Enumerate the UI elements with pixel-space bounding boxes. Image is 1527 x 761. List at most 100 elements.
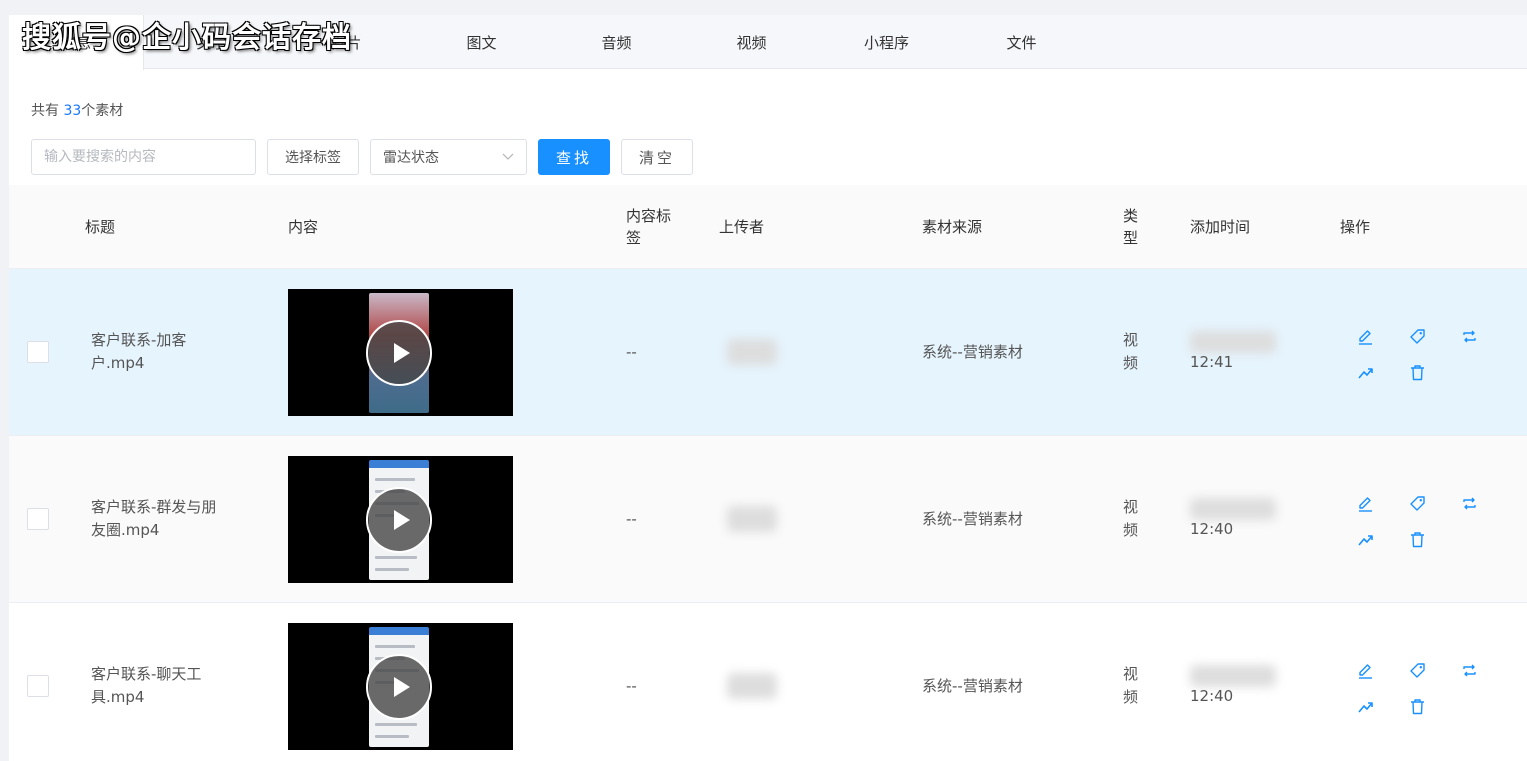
table-header: 标题 内容 内容标签 上传者 素材来源 类型 添加时间 操作 — [9, 185, 1527, 269]
row-content-tag: -- — [626, 342, 637, 361]
video-thumbnail-cell — [288, 436, 513, 602]
clear-button[interactable]: 清空 — [621, 139, 693, 175]
col-actions: 操作 — [1340, 218, 1371, 236]
row-checkbox[interactable] — [27, 341, 49, 363]
count-prefix: 共有 — [31, 103, 59, 119]
table-row[interactable]: 客户联系-群发与朋友圈.mp4 -- 系统--营销素材 视频 12:40 — [9, 436, 1527, 603]
row-type: 视频 — [1123, 331, 1139, 372]
row-type: 视频 — [1123, 498, 1139, 539]
tag-icon — [1409, 328, 1425, 344]
play-button[interactable] — [366, 319, 432, 386]
tag-button[interactable] — [1406, 492, 1428, 514]
tag-button[interactable] — [1406, 659, 1428, 681]
play-button[interactable] — [366, 653, 432, 720]
row-time: 12:40 — [1190, 687, 1234, 705]
col-content-tag: 内容标签 — [626, 207, 672, 247]
video-thumbnail[interactable] — [288, 622, 513, 750]
count-number: 33 — [63, 103, 82, 119]
col-source: 素材来源 — [922, 218, 983, 236]
tag-button[interactable] — [1406, 325, 1428, 347]
radar-stats-button[interactable] — [1354, 695, 1376, 717]
tab-6[interactable]: 小程序 — [819, 15, 954, 69]
row-type: 视频 — [1123, 665, 1139, 706]
swap-icon — [1462, 497, 1476, 509]
trend-icon — [1357, 534, 1373, 546]
tab-7[interactable]: 文件 — [954, 15, 1089, 69]
search-input[interactable] — [31, 139, 256, 175]
swap-icon — [1462, 330, 1476, 342]
tag-icon — [1409, 495, 1425, 511]
watermark: 搜狐号@企小码会话存档 — [22, 20, 353, 54]
radar-status-value: 雷达状态 — [383, 150, 439, 166]
filter-bar: 选择标签 雷达状态 查找 清空 — [31, 139, 693, 175]
col-title: 标题 — [85, 218, 116, 236]
select-tag-button[interactable]: 选择标签 — [267, 139, 359, 175]
row-checkbox[interactable] — [27, 508, 49, 530]
edit-icon — [1358, 663, 1372, 679]
count-suffix: 个素材 — [81, 103, 124, 119]
video-thumbnail-cell — [288, 269, 513, 435]
row-content-tag: -- — [626, 676, 637, 695]
uploader-redacted — [727, 339, 777, 365]
search-button[interactable]: 查找 — [538, 139, 610, 175]
play-button[interactable] — [366, 486, 432, 553]
video-thumbnail[interactable] — [288, 288, 513, 416]
play-icon — [393, 509, 410, 530]
row-title: 客户联系-加客户.mp4 — [91, 331, 187, 372]
delete-button[interactable] — [1406, 361, 1428, 383]
uploader-redacted — [727, 506, 777, 532]
uploader-cell — [719, 603, 799, 761]
edit-button[interactable] — [1354, 492, 1376, 514]
tab-3[interactable]: 图文 — [414, 15, 549, 69]
date-redacted — [1190, 498, 1276, 520]
trash-icon — [1410, 531, 1424, 547]
uploader-cell — [719, 436, 799, 602]
row-title: 客户联系-群发与朋友圈.mp4 — [91, 498, 217, 539]
table-row[interactable]: 客户联系-聊天工具.mp4 -- 系统--营销素材 视频 12:40 — [9, 603, 1527, 761]
edit-icon — [1358, 496, 1372, 512]
edit-button[interactable] — [1354, 325, 1376, 347]
material-panel: 消息文字图片图文音频视频小程序文件 共有 33个素材 选择标签 雷达状态 查找 … — [9, 15, 1527, 761]
trash-icon — [1410, 698, 1424, 714]
radar-stats-button[interactable] — [1354, 528, 1376, 550]
time-cell: 12:40 — [1190, 603, 1290, 761]
material-table: 标题 内容 内容标签 上传者 素材来源 类型 添加时间 操作 客户联系-加客户.… — [9, 185, 1527, 761]
trend-icon — [1357, 367, 1373, 379]
edit-button[interactable] — [1354, 659, 1376, 681]
tab-4[interactable]: 音频 — [549, 15, 684, 69]
play-icon — [393, 342, 410, 363]
time-cell: 12:41 — [1190, 269, 1290, 435]
row-checkbox[interactable] — [27, 675, 49, 697]
row-time: 12:40 — [1190, 520, 1234, 538]
row-source: 系统--营销素材 — [922, 509, 1023, 528]
date-redacted — [1190, 331, 1276, 353]
col-uploader: 上传者 — [719, 218, 765, 236]
row-content-tag: -- — [626, 509, 637, 528]
trend-icon — [1357, 701, 1373, 713]
radar-stats-button[interactable] — [1354, 361, 1376, 383]
table-row[interactable]: 客户联系-加客户.mp4 -- 系统--营销素材 视频 12:41 — [9, 269, 1527, 436]
row-source: 系统--营销素材 — [922, 676, 1023, 695]
row-checkbox-cell — [27, 436, 49, 602]
trash-icon — [1410, 364, 1424, 380]
delete-button[interactable] — [1406, 695, 1428, 717]
row-checkbox-cell — [27, 269, 49, 435]
col-time: 添加时间 — [1190, 218, 1251, 236]
radar-status-select[interactable]: 雷达状态 — [370, 139, 527, 175]
sync-button[interactable] — [1458, 492, 1480, 514]
sync-button[interactable] — [1458, 325, 1480, 347]
sync-button[interactable] — [1458, 659, 1480, 681]
chevron-down-icon — [502, 153, 514, 160]
video-thumbnail[interactable] — [288, 455, 513, 583]
row-source: 系统--营销素材 — [922, 342, 1023, 361]
material-count: 共有 33个素材 — [31, 100, 123, 120]
tab-5[interactable]: 视频 — [684, 15, 819, 69]
col-content: 内容 — [288, 218, 319, 236]
time-cell: 12:40 — [1190, 436, 1290, 602]
swap-icon — [1462, 664, 1476, 676]
row-time: 12:41 — [1190, 353, 1234, 371]
row-checkbox-cell — [27, 603, 49, 761]
delete-button[interactable] — [1406, 528, 1428, 550]
col-type: 类型 — [1123, 207, 1139, 247]
tag-icon — [1409, 662, 1425, 678]
